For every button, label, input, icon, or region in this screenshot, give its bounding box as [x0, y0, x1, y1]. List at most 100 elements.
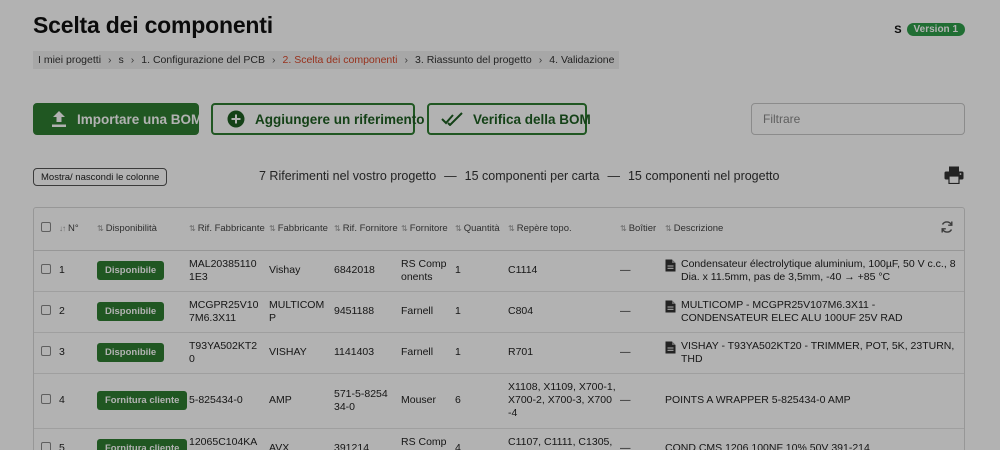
cell-description: MULTICOMP - MCGPR25V107M6.3X11 - CONDENS…	[681, 298, 903, 324]
table-row[interactable]: 4 Fornitura cliente 5-825434-0 AMP 571-5…	[34, 373, 964, 428]
cell-quantity: 4	[455, 442, 461, 450]
verify-bom-label: Verifica della BOM	[473, 111, 591, 127]
availability-badge: Disponibile	[97, 343, 165, 362]
cell-number: 4	[59, 394, 65, 406]
table-row[interactable]: 1 Disponibile MAL20385110 1E3 Vishay 684…	[34, 250, 964, 291]
cell-mfr: AVX	[269, 442, 290, 450]
row-checkbox[interactable]	[41, 345, 51, 356]
row-checkbox[interactable]	[41, 263, 51, 274]
cell-quantity: 1	[455, 346, 461, 358]
toggle-columns-button[interactable]: Mostra/ nascondi le colonne	[33, 168, 168, 186]
cell-supplier: Farnell	[401, 346, 434, 358]
refresh-icon[interactable]	[940, 220, 954, 234]
breadcrumb-separator: ›	[404, 54, 409, 66]
cell-mfr: Vishay	[269, 264, 301, 276]
cell-package: —	[620, 346, 631, 358]
cell-supplier-ref: 571-5-8254 34-0	[334, 387, 388, 413]
column-header-supplier-ref[interactable]: ⇅ Rif. Fornitore	[332, 208, 399, 251]
breadcrumb-separator: ›	[130, 54, 135, 66]
column-header-mfr-ref[interactable]: ⇅ Rif. Fabbricante	[187, 208, 267, 251]
cell-package: —	[620, 305, 631, 317]
column-header-quantity[interactable]: ⇅ Quantità	[453, 208, 506, 251]
cell-quantity: 6	[455, 394, 461, 406]
cell-mfr: VISHAY	[269, 346, 307, 358]
breadcrumb-item[interactable]: 4. Validazione	[549, 54, 614, 66]
document-icon[interactable]	[665, 259, 676, 272]
breadcrumb-separator: ›	[108, 54, 112, 66]
document-icon[interactable]	[665, 300, 676, 313]
version-info: S Version 1	[894, 23, 965, 36]
cell-topo: C1114	[508, 264, 538, 276]
add-reference-label: Aggiungere un riferimento	[255, 111, 425, 127]
add-reference-button[interactable]: Aggiungere un riferimento	[211, 103, 425, 135]
version-badge[interactable]: Version 1	[906, 23, 965, 36]
table-row[interactable]: 2 Disponibile MCGPR25V10 7M6.3X11 MULTIC…	[34, 291, 964, 332]
breadcrumb: I miei progetti › s › 1. Configurazione …	[33, 51, 620, 69]
cell-supplier-ref: 6842018	[334, 264, 375, 276]
availability-badge: Fornitura cliente	[97, 391, 188, 410]
breadcrumb-item[interactable]: I miei progetti	[38, 54, 101, 66]
column-header-topo[interactable]: ⇅ Repère topo.	[506, 208, 618, 251]
availability-badge: Fornitura cliente	[97, 439, 188, 450]
print-icon[interactable]	[944, 166, 964, 184]
cell-supplier: Mouser	[401, 394, 437, 406]
cell-description: COND CMS 1206 100NF 10% 50V 391-214	[665, 442, 870, 450]
cell-description: POINTS A WRAPPER 5-825434-0 AMP	[665, 394, 851, 406]
filter-input[interactable]	[751, 103, 965, 135]
cell-supplier: RS Comp onents	[401, 257, 447, 283]
cell-topo: C804	[508, 305, 534, 317]
double-check-icon	[441, 112, 463, 126]
add-circle-icon	[227, 110, 245, 128]
page-title: Scelta dei componenti	[33, 12, 273, 38]
cell-package: —	[620, 264, 631, 276]
column-header-number[interactable]: ↓↑ N°	[57, 208, 95, 251]
cell-supplier-ref: 391214	[334, 442, 370, 450]
cell-mfr: AMP	[269, 394, 292, 406]
row-checkbox[interactable]	[41, 393, 51, 404]
cell-quantity: 1	[455, 305, 461, 317]
cell-supplier-ref: 1141403	[334, 346, 375, 358]
components-per-card: 15 componenti per carta	[464, 169, 600, 183]
user-initial: S	[894, 23, 902, 36]
availability-badge: Disponibile	[97, 261, 165, 280]
project-summary: 7 Riferimenti nel vostro progetto —15 com…	[259, 169, 780, 183]
column-header-supplier[interactable]: ⇅ Fornitore	[399, 208, 453, 251]
breadcrumb-item[interactable]: s	[119, 54, 124, 66]
cell-number: 3	[59, 346, 65, 358]
import-bom-button[interactable]: Importare una BOM	[33, 103, 203, 135]
cell-topo: C1107, C1111, C1305, C 1306	[508, 435, 613, 450]
cell-number: 1	[59, 264, 65, 276]
cell-supplier-ref: 9451188	[334, 305, 375, 317]
breadcrumb-item-active[interactable]: 2. Scelta dei componenti	[283, 54, 398, 66]
column-header-description[interactable]: ⇅ Descrizione	[663, 208, 938, 251]
cell-supplier: RS Comp onents	[401, 435, 447, 450]
cell-supplier: Farnell	[401, 305, 434, 317]
table-row[interactable]: 5 Fornitura cliente 12065C104KA 1 AVX 39…	[34, 428, 964, 450]
cell-description: VISHAY - T93YA502KT20 - TRIMMER, POT, 5K…	[681, 339, 955, 365]
cell-package: —	[620, 442, 631, 450]
table-row[interactable]: 3 Disponibile T93YA502KT2 0 VISHAY 11414…	[34, 332, 964, 373]
cell-mfr-ref: MCGPR25V10 7M6.3X11	[189, 298, 259, 324]
column-header-package[interactable]: ⇅ Boîtier	[618, 208, 663, 251]
breadcrumb-item[interactable]: 1. Configurazione del PCB	[141, 54, 265, 66]
import-bom-label: Importare una BOM	[77, 111, 203, 127]
breadcrumb-item[interactable]: 3. Riassunto del progetto	[415, 54, 532, 66]
column-header-mfr[interactable]: ⇅ Fabbricante	[267, 208, 332, 251]
document-icon[interactable]	[665, 341, 676, 354]
breadcrumb-separator: ›	[538, 54, 543, 66]
cell-mfr-ref: MAL20385110 1E3	[189, 257, 257, 283]
table-header-row: ↓↑ N° ⇅ Disponibilità ⇅ Rif. Fabbricante ⇅ F…	[34, 208, 964, 251]
verify-bom-button[interactable]: Verifica della BOM	[427, 103, 591, 135]
row-checkbox[interactable]	[41, 441, 51, 450]
cell-mfr-ref: T93YA502KT2 0	[189, 339, 258, 365]
availability-badge: Disponibile	[97, 302, 165, 321]
breadcrumb-separator: ›	[272, 54, 276, 66]
cell-topo: R701	[508, 346, 534, 358]
references-count: 7 Riferimenti nel vostro progetto	[259, 169, 437, 183]
column-header-availability[interactable]: ⇅ Disponibilità	[95, 208, 187, 251]
row-checkbox[interactable]	[41, 304, 51, 315]
select-all-checkbox[interactable]	[41, 222, 51, 233]
cell-quantity: 1	[455, 264, 461, 276]
cell-number: 2	[59, 305, 65, 317]
cell-topo: X1108, X1109, X700-1, X700-2, X700-3, X7…	[508, 381, 616, 419]
